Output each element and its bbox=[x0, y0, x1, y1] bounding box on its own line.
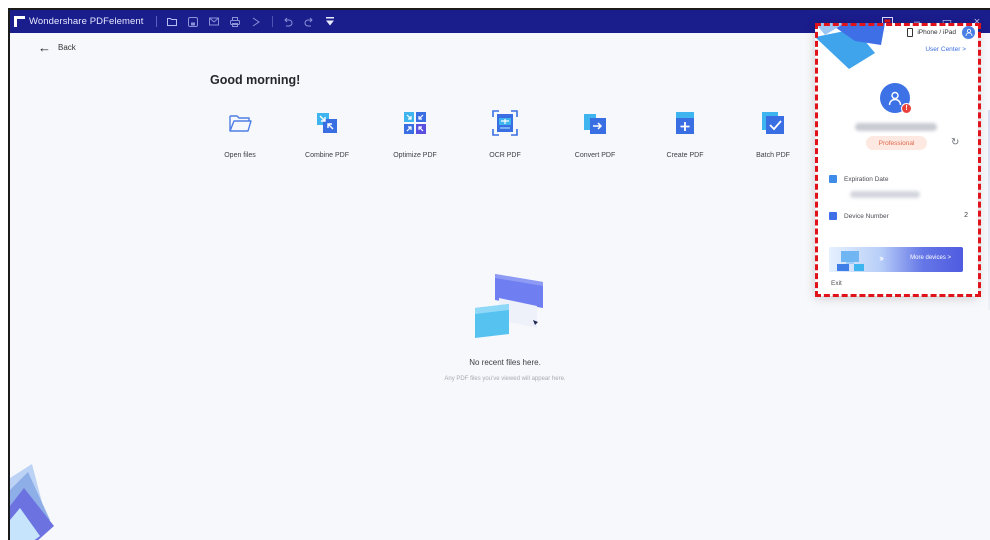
optimize-icon bbox=[404, 112, 426, 134]
action-label: Create PDF bbox=[666, 152, 704, 159]
more-devices-button[interactable]: ››› More devices > bbox=[829, 247, 963, 272]
toolbar-divider bbox=[271, 16, 273, 27]
account-avatar-icon[interactable] bbox=[962, 25, 975, 39]
greeting-heading: Good morning! bbox=[210, 73, 301, 87]
mail-icon[interactable] bbox=[209, 16, 220, 27]
batch-icon bbox=[762, 112, 784, 134]
more-devices-label: More devices > bbox=[910, 255, 951, 261]
app-logo-icon bbox=[14, 16, 25, 27]
popover-top-bar: iPhone / iPad bbox=[907, 23, 978, 41]
print-icon[interactable] bbox=[230, 16, 241, 27]
action-label: Combine PDF bbox=[305, 152, 349, 159]
action-label: Convert PDF bbox=[574, 152, 616, 159]
device-number-row: Device Number bbox=[829, 212, 889, 220]
user-center-link[interactable]: User Center > bbox=[925, 46, 966, 53]
chevrons-icon: ››› bbox=[879, 253, 884, 263]
folder-icon[interactable] bbox=[167, 16, 178, 27]
expiration-label: Expiration Date bbox=[844, 175, 889, 183]
user-icon bbox=[888, 91, 902, 106]
plan-badge: Professional bbox=[866, 136, 927, 150]
ocr-pdf-button[interactable]: OCR PDF bbox=[470, 110, 540, 162]
create-pdf-button[interactable]: Create PDF bbox=[650, 110, 720, 162]
expiration-row: Expiration Date bbox=[829, 175, 888, 183]
redo-icon[interactable] bbox=[304, 16, 315, 27]
convert-pdf-button[interactable]: Convert PDF bbox=[560, 110, 630, 162]
exit-button[interactable]: Exit bbox=[831, 280, 842, 287]
devices-illustration-icon bbox=[837, 251, 864, 271]
undo-icon[interactable] bbox=[283, 16, 294, 27]
back-label: Back bbox=[58, 43, 76, 52]
decorative-pages-graphic bbox=[10, 464, 54, 540]
empty-state-title: No recent files here. bbox=[469, 358, 541, 367]
folder-open-icon bbox=[229, 115, 252, 132]
optimize-pdf-button[interactable]: Optimize PDF bbox=[380, 110, 450, 162]
create-icon bbox=[676, 112, 694, 134]
action-label: OCR PDF bbox=[489, 152, 521, 159]
open-files-button[interactable]: Open files bbox=[205, 110, 275, 162]
avatar: ! bbox=[880, 83, 912, 114]
phone-icon bbox=[907, 27, 914, 37]
account-email-redacted bbox=[855, 123, 937, 131]
device-icon bbox=[829, 212, 837, 220]
empty-state-illustration bbox=[475, 274, 543, 338]
iphone-ipad-link[interactable]: iPhone / iPad bbox=[907, 27, 956, 37]
save-icon[interactable] bbox=[188, 16, 199, 27]
action-label: Optimize PDF bbox=[393, 152, 437, 159]
iphone-ipad-label: iPhone / iPad bbox=[917, 28, 956, 36]
share-icon[interactable] bbox=[251, 16, 262, 27]
device-number-value: 2 bbox=[964, 212, 968, 219]
account-popover: iPhone / iPad User Center > ! Profession… bbox=[815, 23, 978, 296]
back-arrow-icon: ← bbox=[38, 40, 51, 55]
empty-state-subtitle: Any PDF files you've viewed will appear … bbox=[444, 376, 566, 382]
ocr-icon bbox=[492, 110, 518, 136]
device-number-label: Device Number bbox=[844, 212, 889, 220]
action-label: Open files bbox=[224, 152, 256, 159]
combine-icon bbox=[317, 113, 337, 133]
title-divider bbox=[155, 16, 157, 27]
action-label: Batch PDF bbox=[756, 152, 790, 159]
popover-decoration bbox=[815, 23, 885, 69]
warning-badge-icon: ! bbox=[901, 103, 912, 114]
convert-icon bbox=[584, 114, 606, 134]
expiration-date-redacted bbox=[850, 191, 920, 198]
app-title: Wondershare PDFelement bbox=[29, 16, 144, 27]
combine-pdf-button[interactable]: Combine PDF bbox=[292, 110, 362, 162]
customize-icon[interactable] bbox=[325, 16, 336, 27]
calendar-icon bbox=[829, 175, 837, 183]
back-button[interactable]: ← Back bbox=[38, 40, 76, 55]
batch-pdf-button[interactable]: Batch PDF bbox=[738, 110, 808, 162]
refresh-icon[interactable]: ↻ bbox=[951, 137, 959, 148]
